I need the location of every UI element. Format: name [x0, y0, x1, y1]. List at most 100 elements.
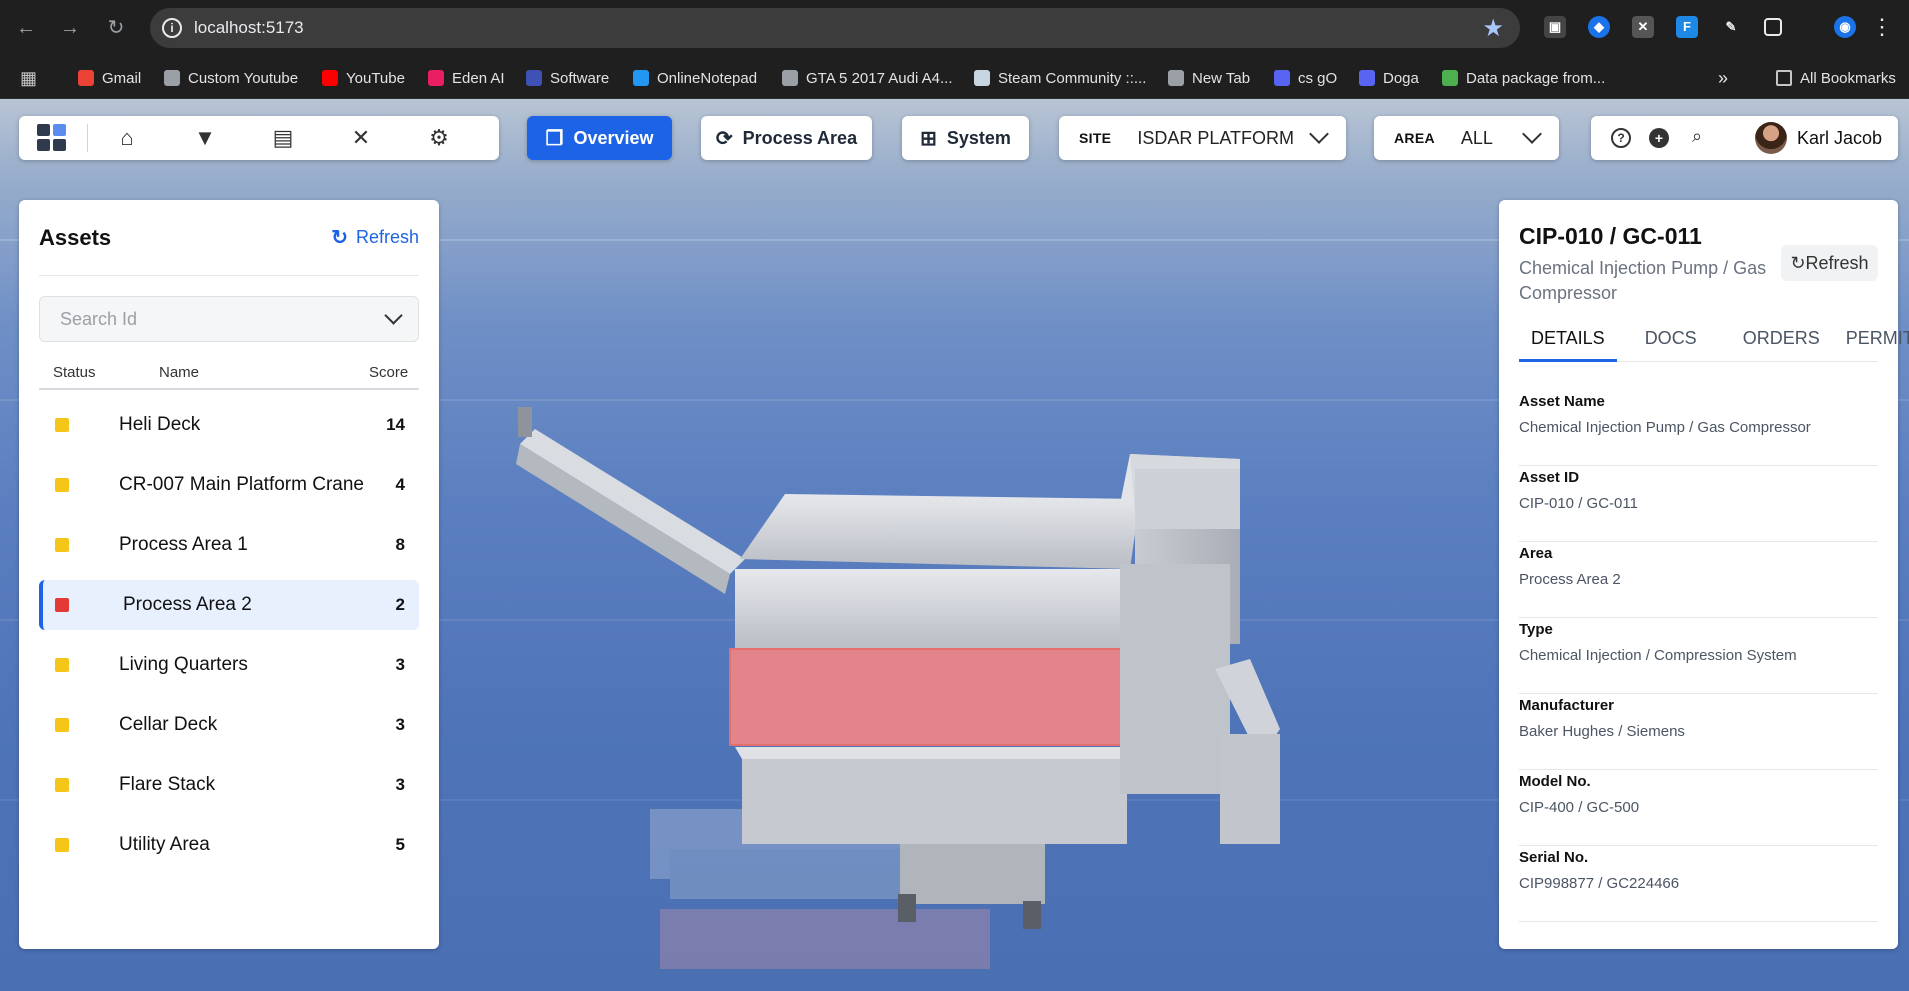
bookmark-label: GTA 5 2017 Audi A4...: [806, 69, 953, 87]
column-header-name[interactable]: Name: [159, 364, 369, 388]
table-row[interactable]: Living Quarters 3: [39, 640, 419, 690]
details-tabs: DETAILS DOCS ORDERS PERMITS: [1519, 320, 1909, 362]
asset-score: 3: [395, 775, 405, 794]
process-area-label: Process Area: [742, 127, 858, 148]
bookmark-item[interactable]: Data package from...: [1442, 67, 1605, 89]
field-label: Type: [1519, 621, 1553, 638]
grid-icon: ⊞: [920, 127, 937, 150]
table-row[interactable]: CR-007 Main Platform Crane 4: [39, 460, 419, 510]
back-icon[interactable]: ←: [12, 14, 40, 42]
assets-refresh-button[interactable]: ↻ Refresh: [331, 225, 419, 250]
url-text[interactable]: localhost:5173: [194, 18, 304, 38]
bookmark-item[interactable]: Doga: [1359, 67, 1419, 89]
upper-module: [735, 569, 1130, 649]
3d-viewport[interactable]: ⌂ ▼ ▤ ✕ ⚙ ❐ Overview ⟳ Process Area ⊞ Sy…: [0, 99, 1909, 991]
tab-orders[interactable]: ORDERS: [1731, 320, 1832, 362]
bookmark-favicon-icon: [1442, 70, 1458, 86]
asset-name: Flare Stack: [119, 774, 216, 795]
bookmark-item[interactable]: YouTube: [322, 67, 405, 89]
settings-gear-icon[interactable]: ⚙: [400, 125, 478, 151]
asset-name: Utility Area: [119, 834, 210, 855]
bookmark-item[interactable]: Eden AI: [428, 67, 505, 89]
add-icon[interactable]: +: [1649, 128, 1669, 148]
bookmark-favicon-icon: [78, 70, 94, 86]
extension-icon[interactable]: ▣: [1544, 16, 1566, 38]
assets-refresh-label: Refresh: [355, 227, 419, 247]
extensions-puzzle-icon[interactable]: [1764, 18, 1782, 36]
all-bookmarks[interactable]: All Bookmarks: [1776, 67, 1896, 89]
bookmark-item[interactable]: Steam Community ::...: [974, 67, 1146, 89]
tab-docs[interactable]: DOCS: [1633, 320, 1709, 362]
profile-icon[interactable]: ◉: [1834, 16, 1856, 38]
extension-icon[interactable]: F: [1676, 16, 1698, 38]
asset-score: 8: [395, 535, 405, 554]
forward-icon[interactable]: →: [56, 14, 84, 42]
table-row[interactable]: Flare Stack 3: [39, 760, 419, 810]
area-selector-value: ALL: [1460, 127, 1493, 148]
asset-score: 5: [395, 835, 405, 854]
search-id-input[interactable]: [40, 297, 418, 341]
address-bar[interactable]: i localhost:5173 ★: [150, 8, 1520, 48]
bookmark-item[interactable]: OnlineNotepad: [633, 67, 757, 89]
field-value: Chemical Injection Pump / Gas Compressor: [1519, 419, 1811, 436]
tab-permits[interactable]: PERMITS: [1834, 320, 1909, 362]
table-row[interactable]: Process Area 1 8: [39, 520, 419, 570]
crane-boom: [520, 429, 745, 574]
area-selector[interactable]: AREA ALL: [1374, 116, 1559, 160]
asset-name: Process Area 1: [119, 534, 248, 555]
status-indicator: [55, 538, 69, 552]
app-logo-icon[interactable]: [37, 124, 69, 152]
chevron-down-icon: [1522, 124, 1542, 144]
user-name[interactable]: Karl Jacob: [1797, 128, 1882, 149]
reload-icon[interactable]: ↻: [102, 14, 130, 42]
main-toolbar: ⌂ ▼ ▤ ✕ ⚙: [19, 116, 499, 160]
system-button[interactable]: ⊞ System: [902, 116, 1029, 160]
toolbox-icon[interactable]: ▤: [244, 125, 322, 151]
home-icon[interactable]: ⌂: [88, 125, 166, 151]
filter-icon[interactable]: ▼: [166, 125, 244, 151]
overview-label: Overview: [573, 127, 654, 148]
bookmark-item[interactable]: GTA 5 2017 Audi A4...: [782, 67, 953, 89]
menu-icon[interactable]: ⋮: [1871, 14, 1893, 40]
table-row[interactable]: Cellar Deck 3: [39, 700, 419, 750]
tab-details[interactable]: DETAILS: [1519, 320, 1617, 362]
table-row-selected[interactable]: Process Area 2 2: [39, 580, 419, 630]
tools-icon[interactable]: ✕: [322, 125, 400, 151]
extension-icon[interactable]: ✕: [1632, 16, 1654, 38]
column-header-status[interactable]: Status: [39, 364, 159, 388]
field-label: Asset ID: [1519, 469, 1580, 486]
process-area-button[interactable]: ⟳ Process Area: [701, 116, 872, 160]
column-header-score[interactable]: Score: [369, 364, 419, 388]
bookmark-item[interactable]: Software: [526, 67, 609, 89]
search-id-field[interactable]: [39, 296, 419, 342]
table-row[interactable]: Heli Deck 14: [39, 400, 419, 450]
platform-3d-model[interactable]: [480, 289, 1380, 989]
site-selector[interactable]: SITE ISDAR PLATFORM: [1059, 116, 1346, 160]
site-info-icon[interactable]: i: [162, 18, 182, 38]
help-icon[interactable]: ?: [1611, 128, 1631, 148]
jacket-base: [900, 844, 1045, 904]
bookmark-item[interactable]: New Tab: [1168, 67, 1250, 89]
field-value: CIP-400 / GC-500: [1519, 799, 1640, 816]
more-bookmarks-icon[interactable]: »: [1718, 67, 1728, 89]
overview-button[interactable]: ❐ Overview: [527, 116, 672, 160]
bookmark-star-icon[interactable]: ★: [1482, 14, 1504, 43]
bookmark-label: Gmail: [102, 69, 142, 87]
assets-table-header: Status Name Score: [39, 364, 419, 390]
apps-grid-icon[interactable]: ▦: [20, 67, 37, 89]
site-selector-value: ISDAR PLATFORM: [1137, 127, 1295, 148]
bookmark-item[interactable]: Gmail: [78, 67, 141, 89]
field-serial-no: Serial No. CIP998877 / GC224466: [1519, 846, 1878, 922]
system-label: System: [946, 127, 1011, 148]
assets-header: Assets ↻ Refresh: [39, 200, 419, 276]
details-refresh-button[interactable]: ↻Refresh: [1781, 245, 1878, 281]
eyedropper-icon[interactable]: ✎: [1720, 16, 1742, 38]
avatar[interactable]: [1755, 122, 1787, 154]
field-label: Manufacturer: [1519, 697, 1615, 714]
table-row[interactable]: Utility Area 5: [39, 820, 419, 870]
bookmark-item[interactable]: cs gO: [1274, 67, 1337, 89]
bookmark-item[interactable]: Custom Youtube: [164, 67, 298, 89]
search-icon[interactable]: ⌕: [1687, 127, 1707, 148]
highlighted-process-area[interactable]: [730, 649, 1130, 745]
extension-icon[interactable]: ◆: [1588, 16, 1610, 38]
